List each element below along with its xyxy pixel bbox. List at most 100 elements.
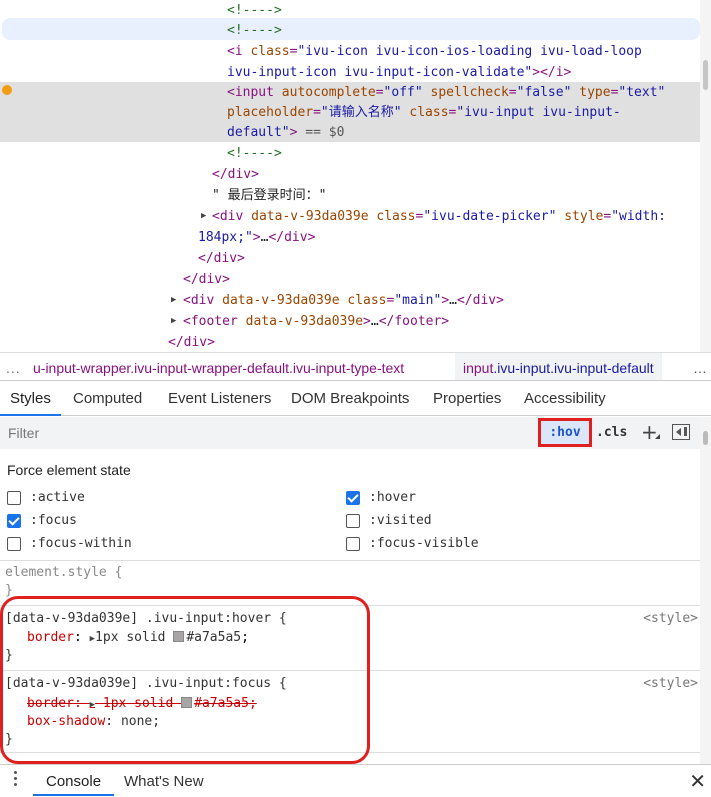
dom-node-line[interactable]: " 最后登录时间：" <box>212 185 711 206</box>
hover-rule-selector[interactable]: [data-v-93da039e] .ivu-input:hover { <box>5 610 287 628</box>
dom-node-line[interactable]: </div> <box>183 269 711 290</box>
dom-token: "text" <box>618 85 666 100</box>
tab-console[interactable]: Console <box>33 765 115 796</box>
dom-token: ></i> <box>532 65 572 80</box>
dom-token: > <box>289 125 306 140</box>
elements-tree[interactable]: <!----> <!----> <i class="ivu-icon ivu-ico… <box>0 0 711 352</box>
focus-rule-border-declaration[interactable]: border: ▶ 1px solid #a7a5a5; <box>27 695 257 714</box>
element-style-selector[interactable]: element.style { <box>5 564 122 582</box>
hover-prop-name: border <box>27 630 74 645</box>
dom-node-line[interactable]: <!----> <box>227 20 711 41</box>
hov-toggle-button[interactable]: :hov <box>538 418 592 447</box>
breadcrumb-overflow[interactable]: ... <box>6 353 21 380</box>
tab-properties[interactable]: Properties <box>433 381 501 416</box>
new-style-rule-button[interactable]: + <box>641 420 660 444</box>
cls-toggle-button[interactable]: .cls <box>596 425 627 440</box>
focus-prop-boxshadow: box-shadow <box>27 714 106 729</box>
tab-dom-breakpoints[interactable]: DOM Breakpoints <box>291 381 409 416</box>
expand-triangle-icon[interactable]: ▶ <box>171 290 176 311</box>
dom-token: ivu-input-icon ivu-input-icon-validate" <box>227 65 533 80</box>
tab-computed[interactable]: Computed <box>73 381 142 416</box>
focus-boxshadow-value: none; <box>120 714 161 729</box>
breadcrumb-input-tag: input <box>463 360 494 376</box>
dom-token: <input <box>227 85 282 100</box>
dom-token: </div> <box>198 251 245 266</box>
tab-styles[interactable]: Styles <box>0 381 61 416</box>
dom-token: = <box>375 85 384 100</box>
bottom-drawer: Console What's New ✕ <box>0 764 711 797</box>
dom-token: "请输入名称" <box>320 105 410 120</box>
close-icon[interactable]: ✕ <box>689 769 706 793</box>
dom-token: > <box>252 230 261 245</box>
focus-rule-close: } <box>5 732 13 747</box>
breadcrumb-item-wrapper[interactable]: u-input-wrapper.ivu-input-wrapper-defaul… <box>33 353 404 380</box>
force-state-title: Force element state <box>7 462 131 478</box>
expand-triangle-icon[interactable]: ▶ <box>90 700 95 710</box>
dom-token: $0 <box>328 125 345 140</box>
dom-node-line[interactable]: <input autocomplete="off" spellcheck="fa… <box>227 82 711 103</box>
state-checkbox-focus-visible[interactable] <box>346 537 360 551</box>
breadcrumb-item-input[interactable]: input.ivu-input.ivu-input-default <box>455 353 662 380</box>
dom-node-line[interactable]: ▶ <div data-v-93da039e class="ivu-date-pi… <box>201 206 711 227</box>
color-swatch-icon[interactable] <box>173 631 185 642</box>
expand-triangle-icon[interactable]: ▶ <box>201 206 206 227</box>
dom-node-line[interactable]: <i class="ivu-icon ivu-icon-ios-loading … <box>227 41 711 62</box>
toggle-sidebar-icon[interactable] <box>672 424 690 440</box>
tree-scrollbar[interactable] <box>700 0 711 352</box>
hover-rule-close: } <box>5 648 13 663</box>
dom-token: class <box>409 105 449 120</box>
state-label-focus[interactable]: :focus <box>30 513 77 528</box>
state-checkbox-active[interactable] <box>7 491 21 505</box>
expand-triangle-icon[interactable]: ▶ <box>171 311 176 332</box>
dom-token: "false" <box>516 85 580 100</box>
dom-token: <!----> <box>227 3 282 18</box>
dom-node-line[interactable]: ▶ <div data-v-93da039e class="main">…</di… <box>171 290 711 311</box>
dom-node-line[interactable]: 184px;">…</div> <box>198 227 711 248</box>
dom-token: spellcheck <box>430 85 509 100</box>
dom-token: > <box>441 293 450 308</box>
breadcrumb-more-icon[interactable]: … <box>693 353 707 380</box>
color-swatch-icon[interactable] <box>181 697 193 708</box>
dom-node-line[interactable]: </div> <box>198 248 711 269</box>
state-checkbox-focus[interactable] <box>7 514 21 528</box>
state-checkbox-focus-within[interactable] <box>7 537 21 551</box>
drawer-menu-icon[interactable] <box>14 771 18 789</box>
tab-accessibility[interactable]: Accessibility <box>524 381 606 416</box>
dom-node-line[interactable]: </div> <box>168 332 711 352</box>
styles-scrollbar[interactable] <box>700 417 711 764</box>
hover-rule-source[interactable]: <style> <box>643 610 698 628</box>
state-label-hover[interactable]: :hover <box>369 490 416 505</box>
dom-token: class <box>347 293 387 308</box>
dom-node-line[interactable]: <!----> <box>227 143 711 164</box>
dom-node-line[interactable]: placeholder="请输入名称" class="ivu-input ivu… <box>227 102 711 123</box>
focus-rule-selector[interactable]: [data-v-93da039e] .ivu-input:focus { <box>5 675 287 693</box>
focus-rule-boxshadow-declaration[interactable]: box-shadow: none; <box>27 713 160 731</box>
dom-token: … <box>370 314 379 329</box>
tab-whats-new[interactable]: What's New <box>124 765 204 796</box>
state-label-focus-visible[interactable]: :focus-visible <box>369 536 479 551</box>
state-checkbox-visited[interactable] <box>346 514 360 528</box>
hover-rule-declaration[interactable]: border: ▶1px solid #a7a5a5; <box>27 629 249 648</box>
dom-token: == <box>305 125 329 140</box>
dom-node-line[interactable]: </div> <box>212 164 711 185</box>
state-label-active[interactable]: :active <box>30 490 85 505</box>
dom-node-line[interactable]: <!----> <box>227 0 711 21</box>
dom-token: > <box>363 314 371 329</box>
element-style-rule: element.style { } <box>0 561 700 606</box>
plus-icon: + <box>641 420 658 444</box>
dom-token: 184px;" <box>198 230 253 245</box>
dom-token: </div> <box>456 293 504 308</box>
dom-node-line[interactable]: ▶ <footer data-v-93da039e>…</footer> <box>171 311 711 332</box>
state-checkbox-hover[interactable] <box>346 491 360 505</box>
state-label-focus-within[interactable]: :focus-within <box>30 536 132 551</box>
filter-input[interactable]: Filter <box>8 425 39 441</box>
dom-token: "ivu-input ivu-input- <box>456 105 621 120</box>
dom-token: "main" <box>394 293 442 308</box>
filter-bar: Filter :hov .cls + <box>0 417 700 449</box>
dom-token: data-v-93da039e <box>251 209 377 224</box>
tab-event-listeners[interactable]: Event Listeners <box>168 381 271 416</box>
state-label-visited[interactable]: :visited <box>369 513 432 528</box>
focus-rule-source[interactable]: <style> <box>643 675 698 693</box>
dom-node-line[interactable]: default"> == $0 <box>227 122 711 143</box>
dom-node-line[interactable]: ivu-input-icon ivu-input-icon-validate">… <box>227 62 711 83</box>
